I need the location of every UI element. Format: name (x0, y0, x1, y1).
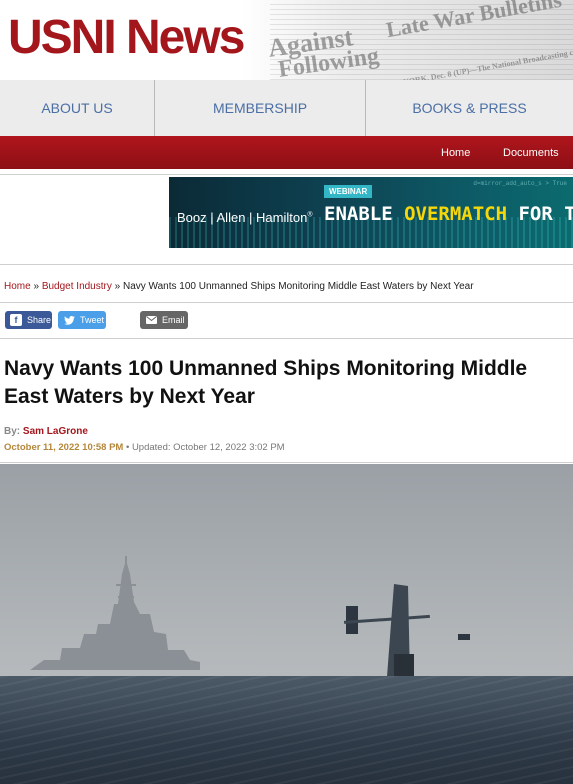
twitter-tweet-button[interactable]: Tweet (58, 311, 106, 329)
author-link[interactable]: Sam LaGrone (23, 426, 88, 437)
breadcrumb-separator: » (111, 281, 123, 292)
breadcrumb: Home » Budget Industry » Navy Wants 100 … (4, 281, 474, 292)
ad-cta-highlight: OVERMATCH (404, 203, 508, 225)
article-byline: By: Sam LaGrone (4, 426, 88, 437)
facebook-share-label: Share (27, 315, 52, 325)
facebook-icon: f (10, 314, 22, 326)
article-hero-image (0, 464, 573, 784)
nav-item-books-press[interactable]: BOOKS & PRESS (366, 80, 573, 136)
breadcrumb-home-link[interactable]: Home (4, 281, 31, 292)
divider (0, 338, 573, 339)
email-share-label: Email (162, 315, 185, 325)
divider (0, 174, 573, 175)
updated-date: • Updated: October 12, 2022 3:02 PM (123, 442, 285, 453)
breadcrumb-category-link[interactable]: Budget Industry (42, 281, 112, 292)
twitter-bird-icon (63, 314, 75, 326)
sub-nav-documents-link[interactable]: Documents (503, 147, 559, 159)
divider (0, 264, 573, 265)
ad-brand: Booz | Allen | Hamilton® (177, 210, 313, 225)
ad-brand-name: Booz | Allen | Hamilton (177, 210, 308, 225)
published-date: October 11, 2022 10:58 PM (4, 442, 124, 453)
breadcrumb-separator: » (30, 281, 42, 292)
ad-code-text: d=mirror_add_auto_s > True (473, 180, 567, 187)
sub-nav-home-link[interactable]: Home (441, 147, 470, 159)
ad-brand-trademark: ® (307, 211, 313, 219)
site-logo[interactable]: USNI News (8, 14, 245, 62)
article-dateline: October 11, 2022 10:58 PM • Updated: Oct… (4, 442, 285, 453)
ad-cta-suffix: FOR THE (518, 203, 573, 225)
email-share-button[interactable]: Email (140, 311, 188, 329)
article-title: Navy Wants 100 Unmanned Ships Monitoring… (4, 357, 528, 408)
ad-cta-prefix: ENABLE (324, 203, 405, 225)
facebook-share-button[interactable]: f Share (5, 311, 52, 329)
masthead: Against Following Late War Bulletins NEW… (0, 0, 573, 80)
byline-prefix: By: (4, 426, 23, 437)
ad-webinar-badge: WEBINAR (324, 185, 373, 198)
sub-nav-bar: Home Documents (0, 136, 573, 169)
main-nav: ABOUT US MEMBERSHIP BOOKS & PRESS (0, 80, 573, 136)
hero-image-sea (0, 676, 573, 784)
ad-cta-text: ENABLE OVERMATCH FOR THE (324, 203, 573, 225)
divider (0, 302, 573, 303)
twitter-tweet-label: Tweet (80, 315, 105, 325)
nav-item-about-us[interactable]: ABOUT US (0, 80, 155, 136)
divider (0, 462, 573, 463)
breadcrumb-current: Navy Wants 100 Unmanned Ships Monitoring… (122, 281, 474, 292)
envelope-icon (145, 314, 157, 326)
ad-banner[interactable]: d=mirror_add_auto_s > True Booz | Allen … (169, 177, 573, 248)
nav-item-membership[interactable]: MEMBERSHIP (155, 80, 366, 136)
